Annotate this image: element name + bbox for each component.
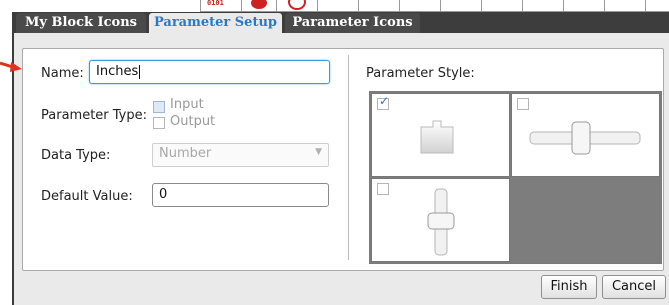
block-icon-slot-9[interactable]: [645, 0, 669, 12]
block-palette-strip: 0101: [0, 0, 669, 12]
checkmark-icon: ✓: [379, 94, 390, 108]
style-option-vertical-slider[interactable]: [371, 178, 510, 262]
red-arrow-icon: [0, 61, 22, 72]
vertical-slider-icon: [427, 188, 455, 256]
compare-icon: [288, 0, 306, 10]
parameter-style-label: Parameter Style:: [366, 66, 475, 81]
name-input[interactable]: Inches: [89, 60, 330, 84]
style-checkbox-1[interactable]: ✓: [377, 94, 389, 110]
style-checkbox-2[interactable]: [517, 98, 529, 110]
tab-my-block-icons[interactable]: My Block Icons: [16, 13, 146, 33]
block-icon-slot-8[interactable]: [604, 0, 646, 12]
finish-button[interactable]: Finish: [541, 275, 597, 299]
block-icon-slot-1[interactable]: [317, 0, 359, 12]
block-icon-slot-2[interactable]: [358, 0, 400, 12]
output-option-label: Output: [170, 114, 216, 129]
tab-parameter-icons[interactable]: Parameter Icons: [285, 13, 420, 33]
data-type-label: Data Type:: [41, 148, 111, 163]
block-icon-slot-3[interactable]: [399, 0, 441, 12]
default-value-text: 0: [159, 187, 168, 202]
block-icon-binary[interactable]: 0101: [200, 0, 242, 12]
style-checkbox-3[interactable]: [377, 183, 389, 195]
default-value-label: Default Value:: [41, 189, 133, 204]
input-option-label: Input: [170, 97, 204, 112]
tab-parameter-setup[interactable]: Parameter Setup: [149, 13, 282, 34]
name-input-value: Inches: [96, 64, 139, 79]
style-option-empty: [511, 178, 660, 262]
text-caret: [139, 64, 141, 79]
panel-divider: [348, 55, 349, 260]
output-checkbox[interactable]: [153, 117, 165, 129]
variable-icon: [251, 0, 267, 9]
name-label: Name:: [41, 66, 84, 81]
parameter-type-label: Parameter Type:: [41, 108, 148, 123]
data-type-value: Number: [159, 146, 212, 161]
block-icon-compare[interactable]: [276, 0, 318, 12]
text-input-icon: [420, 120, 454, 154]
block-icon-slot-7[interactable]: [563, 0, 605, 12]
style-option-text-input[interactable]: ✓: [371, 93, 510, 177]
block-icon-slot-6[interactable]: [522, 0, 564, 12]
horizontal-slider-icon: [529, 121, 641, 155]
cancel-button[interactable]: Cancel: [602, 275, 666, 299]
block-icon-variable[interactable]: [241, 0, 277, 12]
input-checkbox[interactable]: [153, 101, 165, 113]
data-type-select[interactable]: Number ▼: [152, 143, 329, 167]
block-icon-slot-5[interactable]: [481, 0, 523, 12]
style-option-horizontal-slider[interactable]: [511, 93, 660, 177]
block-icon-slot-4[interactable]: [440, 0, 482, 12]
default-value-input[interactable]: 0: [152, 183, 329, 207]
chevron-down-icon: ▼: [315, 147, 322, 157]
parameter-style-grid: ✓: [369, 91, 662, 264]
binary-label: 0101: [207, 0, 224, 7]
